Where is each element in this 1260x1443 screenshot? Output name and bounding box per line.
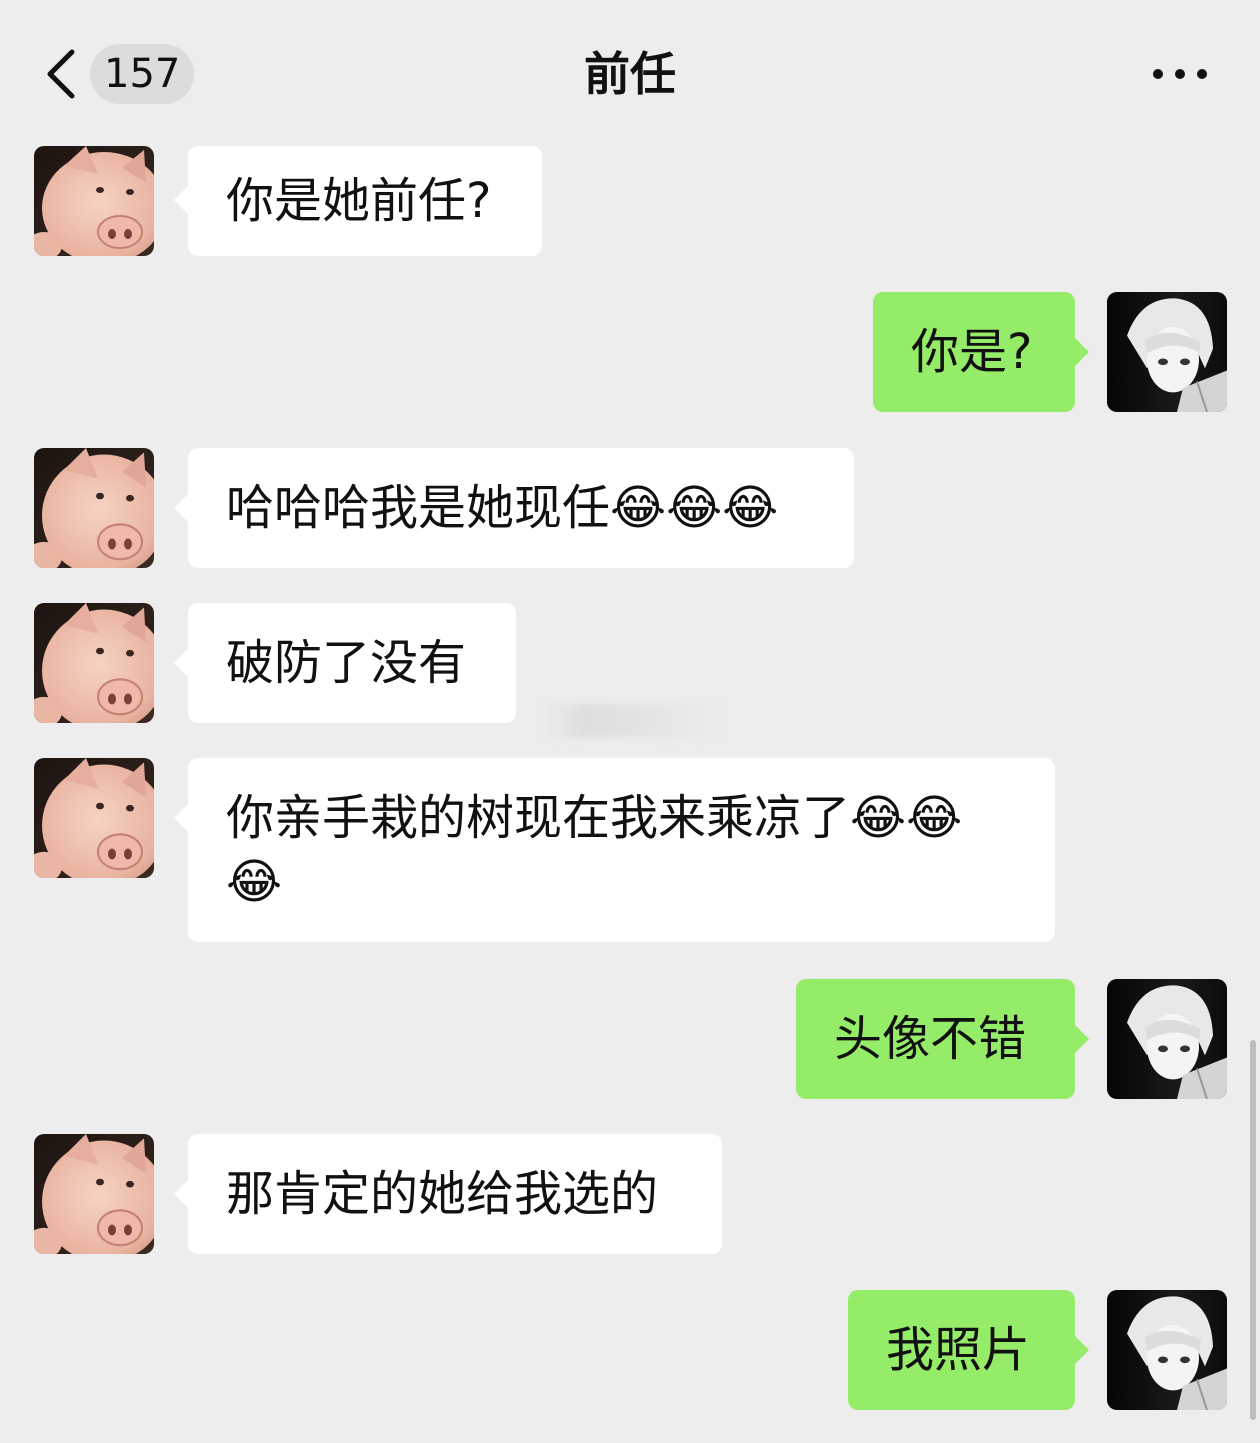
chat-header: 157 前任 <box>0 0 1260 140</box>
message-bubble[interactable]: 哈哈哈我是她现任😂😂😂 <box>188 448 854 568</box>
bubble-tail <box>1075 1336 1089 1364</box>
bubble-tail <box>174 649 188 677</box>
pig-avatar[interactable] <box>34 1134 154 1254</box>
anime-avatar[interactable] <box>1107 292 1227 412</box>
bubble-tail <box>174 804 188 832</box>
scrollbar[interactable] <box>1250 1040 1256 1420</box>
blurred-region <box>540 704 720 738</box>
message-bubble[interactable]: 你是她前任? <box>188 146 542 256</box>
anime-avatar[interactable] <box>1107 1290 1227 1410</box>
bubble-tail <box>174 494 188 522</box>
bubble-tail <box>174 1180 188 1208</box>
anime-avatar[interactable] <box>1107 979 1227 1099</box>
message-bubble[interactable]: 破防了没有 <box>188 603 516 723</box>
message-bubble[interactable]: 你亲手栽的树现在我来乘凉了😂😂😂 <box>188 758 1055 942</box>
pig-avatar[interactable] <box>34 758 154 878</box>
bubble-tail <box>174 186 188 214</box>
pig-avatar[interactable] <box>34 603 154 723</box>
bubble-tail <box>1075 338 1089 366</box>
pig-avatar[interactable] <box>34 146 154 256</box>
chat-title: 前任 <box>584 47 676 101</box>
message-bubble[interactable]: 那肯定的她给我选的 <box>188 1134 722 1254</box>
message-bubble[interactable]: 头像不错 <box>796 979 1075 1099</box>
bubble-tail <box>1075 1025 1089 1053</box>
pig-avatar[interactable] <box>34 448 154 568</box>
message-bubble[interactable]: 我照片 <box>848 1290 1075 1410</box>
more-dots-icon[interactable] <box>1152 66 1208 82</box>
message-bubble[interactable]: 你是? <box>873 292 1075 412</box>
